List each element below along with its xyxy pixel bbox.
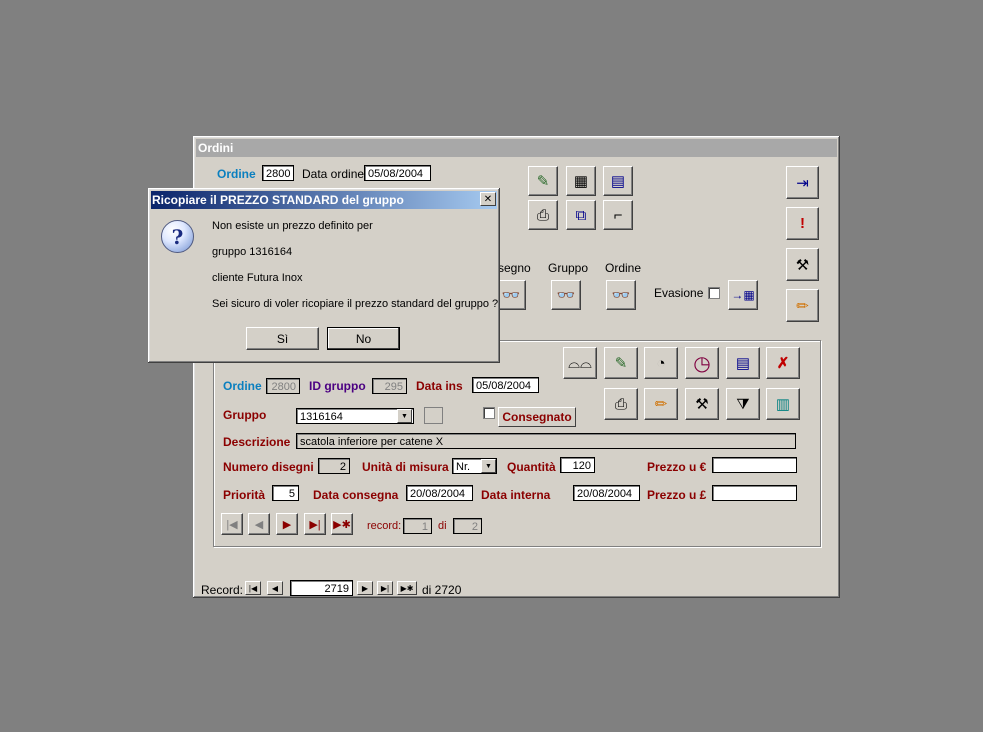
quantita-label: Quantità xyxy=(507,460,556,474)
detail-di-field: 2 xyxy=(453,518,482,534)
new-record-icon[interactable]: ▤ xyxy=(603,166,633,196)
gruppo-color-box xyxy=(424,407,443,424)
prezzo-euro-label: Prezzo u € xyxy=(647,460,707,474)
window-title: Ordini xyxy=(196,139,837,157)
gruppo-search-label: Gruppo xyxy=(548,261,589,275)
ordine-search-label: Ordine xyxy=(605,261,642,275)
ordine-label: Ordine xyxy=(217,167,256,181)
first-record-icon[interactable]: |◀ xyxy=(221,513,243,535)
unita-combo-value: Nr. xyxy=(456,461,471,473)
gruppo-combo-value: 1316164 xyxy=(300,411,343,423)
detail-ordine-label: Ordine xyxy=(223,379,262,393)
data-ordine-field[interactable]: 05/08/2004 xyxy=(364,165,431,181)
prezzo-euro-field[interactable] xyxy=(712,457,797,473)
data-consegna-label: Data consegna xyxy=(313,488,399,502)
binoculars-disegno-icon[interactable]: 👓 xyxy=(496,280,526,310)
pencil-detail-icon[interactable]: ✏ xyxy=(644,388,678,420)
data-ins-label: Data ins xyxy=(416,379,463,393)
id-gruppo-field: 295 xyxy=(372,378,407,394)
hammer-icon[interactable]: ⚒ xyxy=(786,248,819,281)
filter-icon[interactable]: ⧩ xyxy=(726,388,760,420)
id-gruppo-label: ID gruppo xyxy=(309,379,366,393)
previous-record-icon[interactable]: ◀ xyxy=(248,513,270,535)
footer-last-icon[interactable]: ▶| xyxy=(377,581,393,595)
data-interna-field[interactable]: 20/08/2004 xyxy=(573,485,640,501)
evasione-label: Evasione xyxy=(654,286,704,300)
consegnato-checkbox[interactable] xyxy=(483,407,495,419)
copy-icon[interactable]: ⧉ xyxy=(566,200,596,230)
edit-icon[interactable]: ✎ xyxy=(528,166,558,196)
prezzo-sterlina-field[interactable] xyxy=(712,485,797,501)
dialog-line3: cliente Futura Inox xyxy=(212,272,303,284)
data-consegna-field[interactable]: 20/08/2004 xyxy=(406,485,473,501)
footer-record-field[interactable]: 2719 xyxy=(290,580,353,596)
detail-di-label: di xyxy=(438,520,447,532)
notebook-icon[interactable]: ▥ xyxy=(766,388,800,420)
numero-disegni-field: 2 xyxy=(318,458,350,474)
binoculars-ordine-icon[interactable]: 👓 xyxy=(606,280,636,310)
go-to-record-icon[interactable]: →▦ xyxy=(728,280,758,310)
ordine-field[interactable]: 2800 xyxy=(262,165,294,181)
footer-new-icon[interactable]: ▶✱ xyxy=(397,581,417,595)
dialog-line4: Sei sicuro di voler ricopiare il prezzo … xyxy=(212,298,499,310)
delete-icon[interactable]: ✗ xyxy=(766,347,800,379)
last-record-icon[interactable]: ▶| xyxy=(304,513,326,535)
unita-label: Unità di misura xyxy=(362,460,449,474)
data-ordine-label: Data ordine xyxy=(302,167,365,181)
consegnato-button[interactable]: Consegnato xyxy=(498,407,576,427)
footer-first-icon[interactable]: |◀ xyxy=(245,581,261,595)
unita-dropdown-arrow-icon[interactable]: ▼ xyxy=(481,459,496,473)
pencil-icon[interactable]: ✏ xyxy=(786,289,819,322)
priorita-field[interactable]: 5 xyxy=(272,485,299,501)
next-record-icon[interactable]: ▶ xyxy=(276,513,298,535)
edit-detail-icon[interactable]: ✎ xyxy=(604,347,638,379)
data-interna-label: Data interna xyxy=(481,488,551,502)
hammer-detail-icon[interactable]: ⚒ xyxy=(685,388,719,420)
ruler-icon[interactable]: ⌐ xyxy=(603,200,633,230)
footer-prev-icon[interactable]: ◀ xyxy=(267,581,283,595)
confirm-dialog: Ricopiare il PREZZO STANDARD del gruppo … xyxy=(148,188,500,363)
alert-icon[interactable]: ! xyxy=(786,207,819,240)
timer-icon[interactable]: ◔ xyxy=(644,347,678,379)
dialog-line1: Non esiste un prezzo definito per xyxy=(212,220,373,232)
detail-record-label: record: xyxy=(367,520,402,532)
data-ins-field[interactable]: 05/08/2004 xyxy=(472,377,539,393)
gruppo-dropdown-arrow-icon[interactable]: ▼ xyxy=(397,409,412,423)
evasione-checkbox[interactable] xyxy=(708,287,720,299)
no-button[interactable]: No xyxy=(327,327,400,350)
gruppo-label: Gruppo xyxy=(223,408,267,422)
numero-disegni-label: Numero disegni xyxy=(223,460,314,474)
print-detail-icon[interactable]: ⎙ xyxy=(604,388,638,420)
binoculars-gruppo-icon[interactable]: 👓 xyxy=(551,280,581,310)
descrizione-field[interactable]: scatola inferiore per catene X xyxy=(296,433,796,449)
exit-icon[interactable]: ⇥ xyxy=(786,166,819,199)
new-detail-icon[interactable]: ▤ xyxy=(726,347,760,379)
glasses-icon[interactable]: ⌓⌓ xyxy=(563,347,597,379)
priorita-label: Priorità xyxy=(223,488,266,502)
print-icon[interactable]: ⎙ xyxy=(528,200,558,230)
footer-next-icon[interactable]: ▶ xyxy=(357,581,373,595)
question-icon: ? xyxy=(161,220,194,253)
dialog-title: Ricopiare il PREZZO STANDARD del gruppo xyxy=(151,191,497,209)
disegno-search-label: segno xyxy=(498,261,531,275)
new-record-nav-icon[interactable]: ▶✱ xyxy=(331,513,353,535)
quantita-field[interactable]: 120 xyxy=(560,457,595,473)
footer-total: di 2720 xyxy=(422,583,462,597)
clock-icon[interactable]: ◷ xyxy=(685,347,719,379)
yes-button[interactable]: Sì xyxy=(246,327,319,350)
detail-ordine-field: 2800 xyxy=(266,378,300,394)
detail-record-field: 1 xyxy=(403,518,432,534)
prezzo-sterlina-label: Prezzo u £ xyxy=(647,488,707,502)
consegnato-label: Consegnato xyxy=(502,410,572,424)
calculator-icon[interactable]: ▦ xyxy=(566,166,596,196)
dialog-line2: gruppo 1316164 xyxy=(212,246,293,258)
descrizione-label: Descrizione xyxy=(223,435,291,449)
dialog-close-icon[interactable]: ✕ xyxy=(480,192,496,206)
footer-record-label: Record: xyxy=(201,583,244,597)
